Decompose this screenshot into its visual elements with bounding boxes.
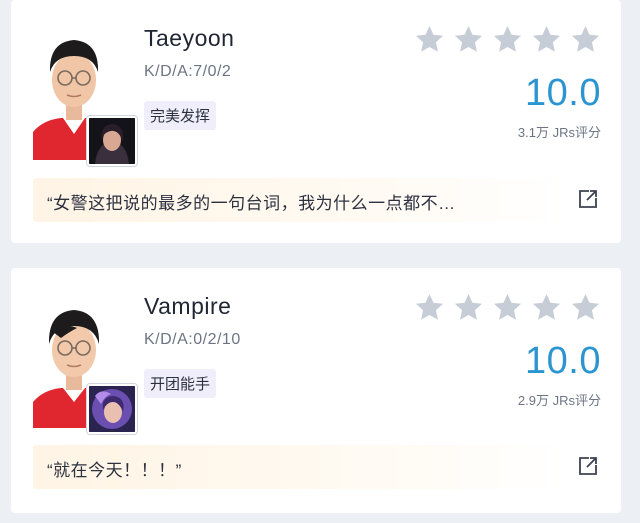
kda-stat: K/D/A:0/2/10 bbox=[144, 331, 241, 348]
player-name: Taeyoon bbox=[144, 25, 235, 51]
champion-icon bbox=[87, 384, 137, 434]
kda-stat: K/D/A:7/0/2 bbox=[144, 63, 232, 80]
share-icon[interactable] bbox=[577, 188, 599, 210]
share-icon[interactable] bbox=[577, 455, 599, 477]
star-icon[interactable] bbox=[492, 292, 523, 323]
star-rating[interactable] bbox=[414, 292, 601, 323]
comment-text: “女警这把说的最多的一句台词，我为什么一点都不… bbox=[47, 194, 456, 213]
star-rating[interactable] bbox=[414, 24, 601, 55]
champion-icon bbox=[87, 116, 137, 166]
performance-tag: 开团能手 bbox=[144, 369, 217, 398]
average-score: 10.0 bbox=[525, 72, 601, 114]
player-rating-card[interactable]: Vampire K/D/A:0/2/10 开团能手 10.0 2.9万 JRs评… bbox=[11, 268, 621, 513]
star-icon[interactable] bbox=[492, 24, 523, 55]
star-icon[interactable] bbox=[453, 24, 484, 55]
player-avatar bbox=[33, 20, 137, 166]
performance-tag: 完美发挥 bbox=[144, 101, 217, 130]
star-icon[interactable] bbox=[531, 24, 562, 55]
rating-count: 3.1万 JRs评分 bbox=[517, 125, 601, 140]
star-icon[interactable] bbox=[570, 292, 601, 323]
star-icon[interactable] bbox=[453, 292, 484, 323]
star-icon[interactable] bbox=[570, 24, 601, 55]
top-comment[interactable]: “女警这把说的最多的一句台词，我为什么一点都不… bbox=[33, 178, 567, 222]
top-comment[interactable]: “就在今天！！！” bbox=[33, 445, 567, 489]
average-score: 10.0 bbox=[525, 340, 601, 382]
star-icon[interactable] bbox=[414, 292, 445, 323]
player-name: Vampire bbox=[144, 293, 232, 319]
star-icon[interactable] bbox=[531, 292, 562, 323]
player-avatar bbox=[33, 288, 137, 434]
player-rating-card[interactable]: Taeyoon K/D/A:7/0/2 完美发挥 10.0 3.1万 JRs评分… bbox=[11, 0, 621, 243]
rating-count: 2.9万 JRs评分 bbox=[517, 393, 601, 408]
star-icon[interactable] bbox=[414, 24, 445, 55]
comment-text: “就在今天！！！” bbox=[47, 461, 182, 480]
